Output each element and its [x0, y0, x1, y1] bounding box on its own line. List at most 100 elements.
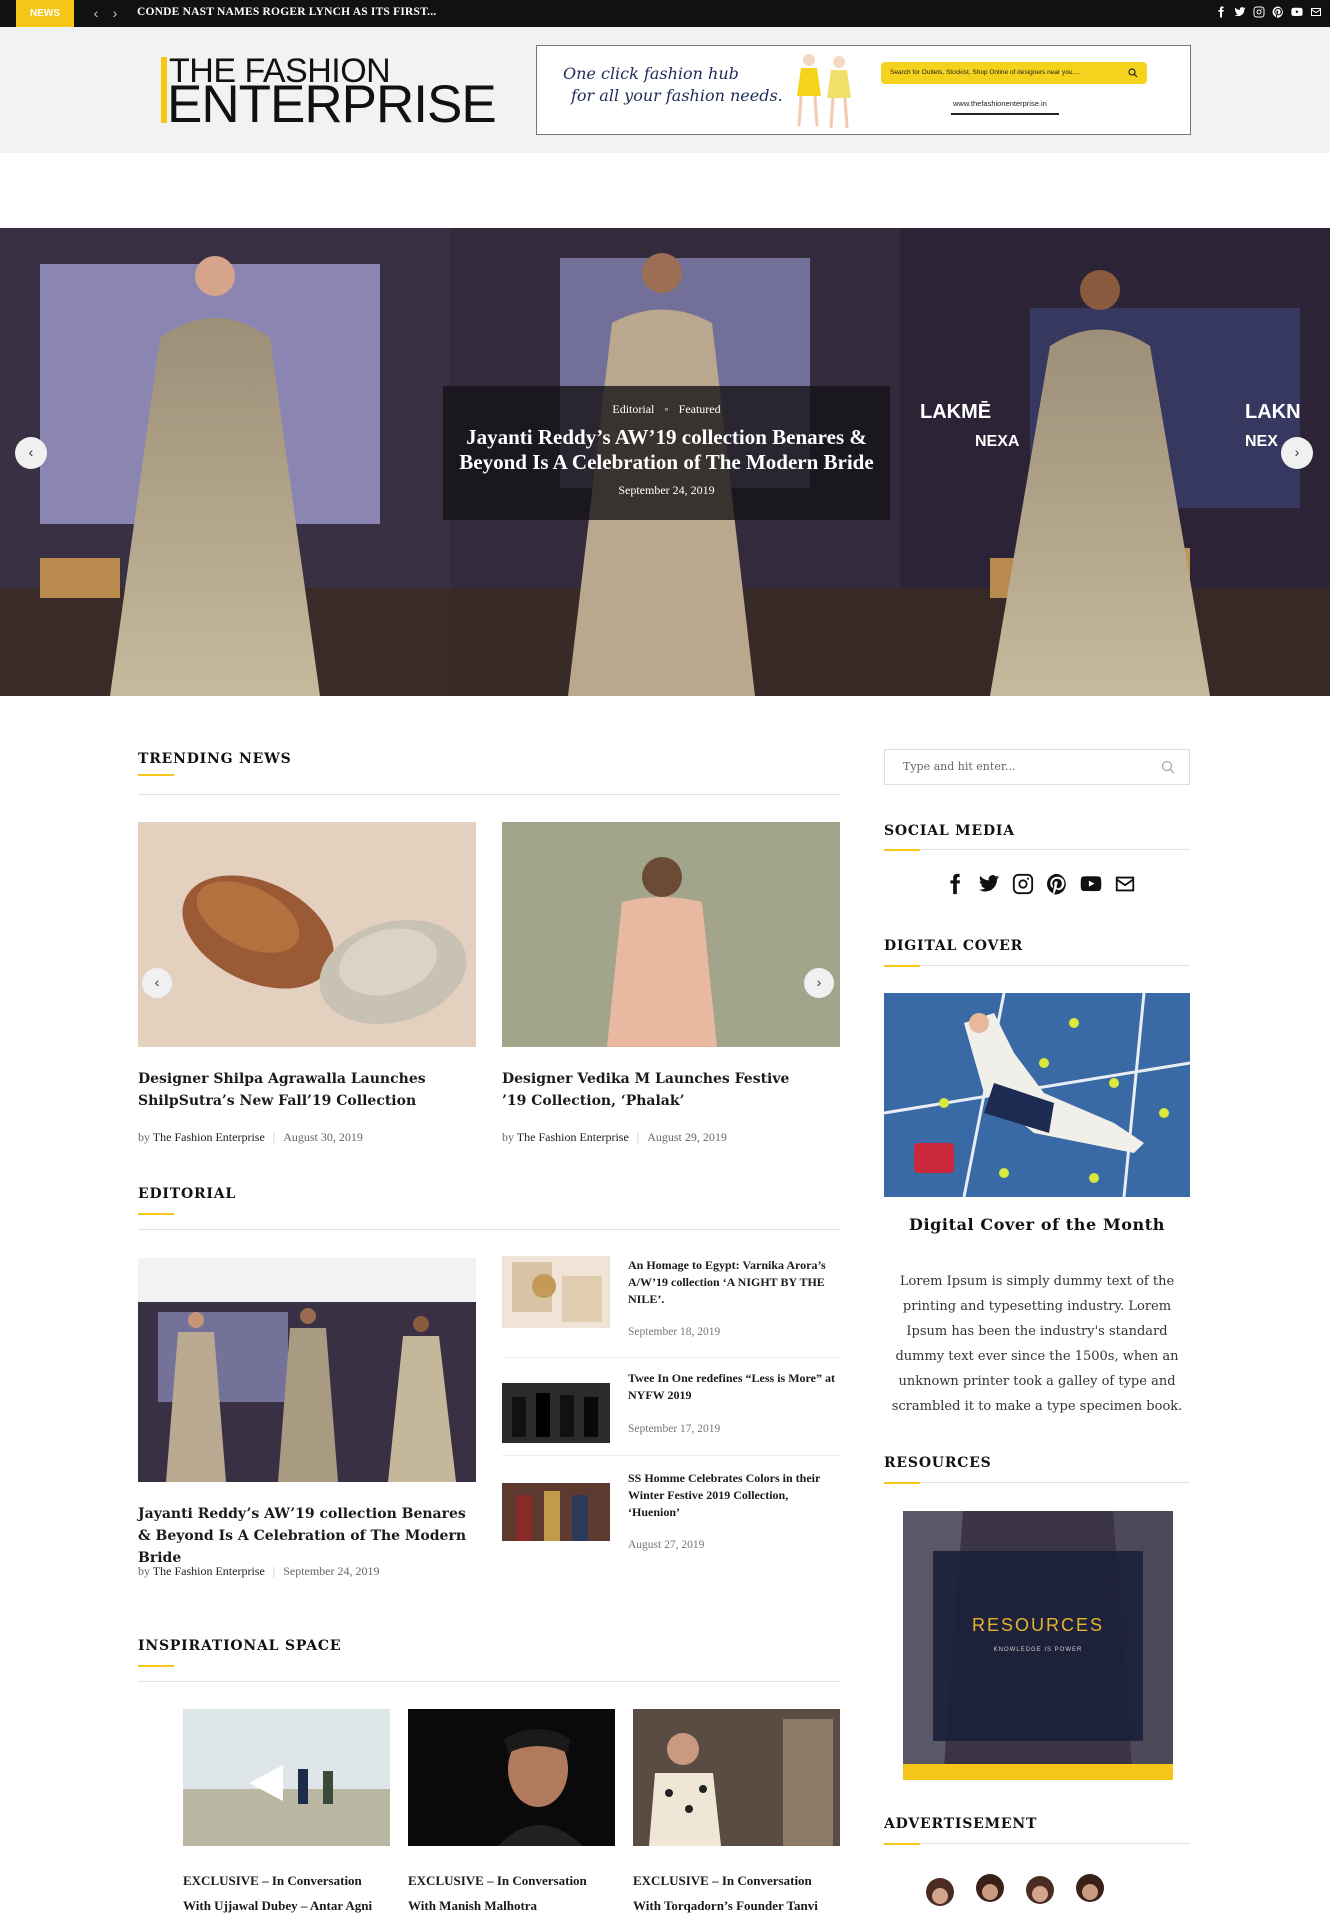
hero-title[interactable]: Jayanti Reddy’s AW’19 collection Benares… — [443, 425, 890, 475]
hero-categories: Editorial ◦ Featured — [443, 402, 890, 417]
hero-caption: Editorial ◦ Featured Jayanti Reddy’s AW’19… — [443, 386, 890, 520]
editorial-main-meta: by The Fashion Enterprise | September 24, … — [138, 1564, 380, 1578]
trending-prev-button[interactable]: ‹ — [142, 968, 172, 998]
banner-url-underline — [951, 113, 1059, 115]
digital-cover-image[interactable] — [884, 993, 1190, 1197]
resources-banner[interactable]: RESOURCES KNOWLEDGE IS POWER — [903, 1511, 1173, 1780]
editorial-list-date-3: August 27, 2019 — [628, 1539, 705, 1551]
resources-banner-title: RESOURCES — [971, 1615, 1105, 1635]
inspirational-video-2[interactable] — [408, 1709, 615, 1846]
egypt-collection-image — [512, 1262, 602, 1322]
ticker-next-button[interactable]: › — [108, 0, 122, 27]
top-social-links — [1215, 6, 1322, 18]
trending-heading: TRENDING NEWS — [138, 751, 292, 767]
instagram-icon[interactable] — [1253, 6, 1265, 18]
author-link[interactable]: The Fashion Enterprise — [153, 1130, 265, 1144]
inspirational-video-3[interactable] — [633, 1709, 840, 1846]
site-logo[interactable]: THE FASHION ENTERPRISE — [161, 54, 497, 131]
ticker-prev-button[interactable]: ‹ — [89, 0, 103, 27]
tennis-cover-photo — [884, 993, 1190, 1197]
editorial-list-title-1[interactable]: An Homage to Egypt: Varnika Arora’s A/W’… — [628, 1257, 840, 1308]
title-line-1: EXCLUSIVE – In Conversation — [183, 1873, 362, 1888]
hero-next-button[interactable]: › — [1281, 437, 1313, 469]
editorial-list-date-2: September 17, 2019 — [628, 1423, 721, 1435]
trending-article-1-meta: by The Fashion Enterprise | August 30, 201… — [138, 1130, 363, 1144]
twitter-icon[interactable] — [1234, 6, 1246, 18]
by-label: by — [502, 1130, 514, 1144]
inspirational-title-1[interactable]: EXCLUSIVE – In Conversation With Ujjawal … — [183, 1868, 390, 1916]
ujjawal-video-thumb — [183, 1709, 390, 1846]
instagram-icon[interactable] — [1012, 873, 1034, 895]
title-line-2: With Torqadorn’s Founder Tanvi — [633, 1898, 818, 1913]
news-ticker-link[interactable]: CONDE NAST NAMES ROGER LYNCH AS ITS FIRS… — [137, 0, 436, 25]
svg-text:NEX: NEX — [1245, 433, 1278, 450]
editorial-list-thumb-3[interactable] — [502, 1483, 610, 1541]
trending-accent — [138, 774, 174, 776]
logo-line-2: ENTERPRISE — [167, 75, 497, 134]
editorial-main-title[interactable]: Jayanti Reddy’s AW’19 collection Benares… — [138, 1503, 468, 1569]
trending-article-1-title[interactable]: Designer Shilpa Agrawalla Launches Shilp… — [138, 1068, 438, 1112]
editorial-list-title-2[interactable]: Twee In One redefines “Less is More” at … — [628, 1370, 840, 1404]
banner-tagline-1: One click fashion hub — [563, 64, 739, 83]
editorial-main-thumb[interactable] — [138, 1258, 476, 1482]
banner-search-bar[interactable]: Search for Outlets, Stockist, Shop Onlin… — [881, 62, 1147, 84]
inspirational-title-2[interactable]: EXCLUSIVE – In Conversation With Manish M… — [408, 1868, 615, 1916]
library-photo — [903, 1511, 1173, 1780]
trending-article-2-title[interactable]: Designer Vedika M Launches Festive ’19 C… — [502, 1068, 802, 1112]
digital-cover-heading: DIGITAL COVER — [884, 938, 1024, 954]
editorial-list-thumb-2[interactable] — [502, 1383, 610, 1443]
hero-category-featured[interactable]: Featured — [679, 402, 721, 416]
trending-thumb-1[interactable] — [138, 822, 476, 1047]
editorial-heading: EDITORIAL — [138, 1186, 237, 1202]
search-placeholder: Type and hit enter... — [903, 760, 1016, 773]
list-divider — [502, 1357, 840, 1358]
ad-divider — [884, 1843, 1190, 1844]
envelope-icon[interactable] — [1310, 6, 1322, 18]
social-divider — [884, 849, 1190, 850]
cover-accent — [884, 965, 920, 967]
facebook-icon[interactable] — [1215, 6, 1227, 18]
ad-models-photo — [926, 1874, 1104, 1906]
hero-slider[interactable]: LAKMĒ NEXA LAKN NEX ‹ › Editorial ◦ Featur… — [0, 228, 1330, 696]
vedika-image — [502, 822, 840, 1047]
twitter-icon[interactable] — [978, 873, 1000, 895]
cover-divider — [884, 965, 1190, 966]
editorial-divider — [138, 1229, 840, 1230]
pinterest-icon[interactable] — [1272, 6, 1284, 18]
author-link[interactable]: The Fashion Enterprise — [153, 1564, 265, 1578]
hero-category-editorial[interactable]: Editorial — [612, 402, 654, 416]
editorial-list-date-1: September 18, 2019 — [628, 1326, 721, 1338]
youtube-icon[interactable] — [1080, 873, 1102, 895]
envelope-icon[interactable] — [1114, 873, 1136, 895]
header-ad-banner[interactable]: One click fashion hub for all your fashi… — [536, 45, 1191, 135]
article-date: August 30, 2019 — [283, 1130, 363, 1144]
inspirational-video-1[interactable] — [183, 1709, 390, 1846]
inspirational-title-3[interactable]: EXCLUSIVE – In Conversation With Torqador… — [633, 1868, 840, 1916]
trending-next-button[interactable]: › — [804, 968, 834, 998]
author-link[interactable]: The Fashion Enterprise — [517, 1130, 629, 1144]
manish-video-thumb — [408, 1709, 615, 1846]
hero-prev-button[interactable]: ‹ — [15, 437, 47, 469]
article-date: September 24, 2019 — [283, 1564, 380, 1578]
by-label: by — [138, 1564, 150, 1578]
trending-thumb-2[interactable] — [502, 822, 840, 1047]
juttis-image — [138, 822, 476, 1047]
social-media-heading: SOCIAL MEDIA — [884, 823, 1015, 839]
editorial-list-thumb-1[interactable] — [502, 1256, 610, 1328]
category-separator: ◦ — [664, 402, 669, 416]
inspirational-divider — [138, 1681, 840, 1682]
title-line-1: EXCLUSIVE – In Conversation — [408, 1873, 587, 1888]
banner-models-illustration — [797, 54, 851, 129]
sidebar-social-links — [944, 873, 1136, 895]
pinterest-icon[interactable] — [1046, 873, 1068, 895]
trending-divider — [138, 794, 840, 795]
youtube-icon[interactable] — [1291, 6, 1303, 18]
banner-search-icon — [1128, 68, 1138, 78]
facebook-icon[interactable] — [944, 873, 966, 895]
editorial-list-title-3[interactable]: SS Homme Celebrates Colors in their Wint… — [628, 1470, 840, 1521]
nyfw-image — [502, 1383, 610, 1443]
search-icon[interactable] — [1161, 760, 1175, 774]
banner-tagline-2: for all your fashion needs. — [571, 86, 783, 105]
sidebar-search-input[interactable]: Type and hit enter... — [884, 749, 1190, 785]
advertisement-image[interactable] — [910, 1870, 1160, 1916]
